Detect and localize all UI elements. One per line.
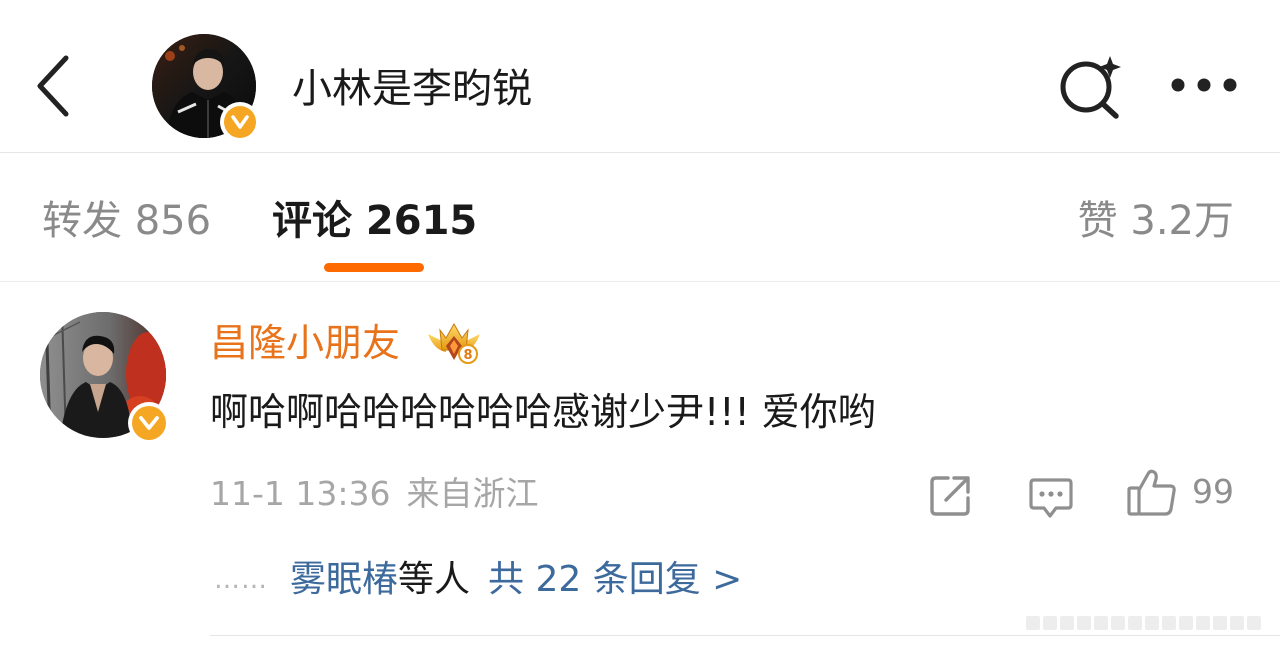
like-count: 99 — [1192, 472, 1234, 511]
interaction-tabs: 转发 856 评论 2615 赞 3.2万 — [0, 153, 1280, 282]
more-horizontal-icon — [1171, 78, 1237, 92]
thumbs-up-icon — [1127, 469, 1176, 516]
back-button[interactable] — [28, 52, 80, 120]
watermark — [1026, 612, 1262, 634]
comment-divider — [210, 635, 1280, 636]
reply-total[interactable]: 共 22 条回复 > — [488, 559, 742, 600]
search-sparkle-icon — [1060, 56, 1121, 119]
author-avatar[interactable] — [152, 34, 260, 142]
like-button[interactable]: 99 — [1126, 468, 1242, 518]
share-button[interactable] — [928, 474, 972, 518]
fan-level-badge[interactable]: 8 — [426, 320, 482, 364]
reply-button[interactable] — [1028, 476, 1074, 520]
verified-v-icon — [139, 416, 159, 430]
page-title: 小林是李昀锐 — [292, 66, 532, 112]
reply-others-text: 等人 — [398, 559, 471, 600]
tab-repost[interactable]: 转发 856 — [42, 195, 211, 247]
commenter-username[interactable]: 昌隆小朋友 — [210, 318, 400, 368]
crown-level-badge-icon: 8 — [428, 322, 480, 364]
more-button[interactable] — [1168, 70, 1240, 100]
verified-badge — [128, 402, 170, 444]
chevron-left-icon — [37, 55, 69, 117]
active-tab-indicator — [324, 263, 424, 272]
fan-level-number: 8 — [463, 348, 472, 363]
comment-location: 来自浙江 — [406, 474, 539, 513]
search-button[interactable] — [1056, 54, 1126, 120]
reply-username[interactable]: 雾眠椿 — [290, 559, 398, 600]
reply-dots: …… — [214, 565, 268, 595]
share-box-icon — [930, 476, 970, 516]
tab-comment[interactable]: 评论 2615 — [272, 195, 477, 247]
commenter-avatar[interactable] — [40, 312, 172, 444]
comment-meta: 11-1 13:36 来自浙江 — [210, 472, 539, 516]
comment-bubble-icon — [1029, 478, 1073, 518]
comment-body: 啊哈啊哈哈哈哈哈哈感谢少尹!!! 爱你哟 — [210, 390, 876, 434]
comment-item: 昌隆小朋友 8 啊哈啊哈哈哈哈哈哈感谢少尹!!! 爱你哟 11-1 13:36 来… — [0, 282, 1280, 650]
verified-badge — [220, 102, 260, 142]
view-replies-link[interactable]: …… 雾眠椿等人共 22 条回复 > — [214, 552, 742, 608]
tab-like[interactable]: 赞 3.2万 — [1078, 195, 1234, 247]
comment-time: 11-1 13:36 — [210, 474, 391, 513]
verified-v-icon — [231, 115, 249, 129]
top-nav-bar: 小林是李昀锐 — [0, 0, 1280, 153]
